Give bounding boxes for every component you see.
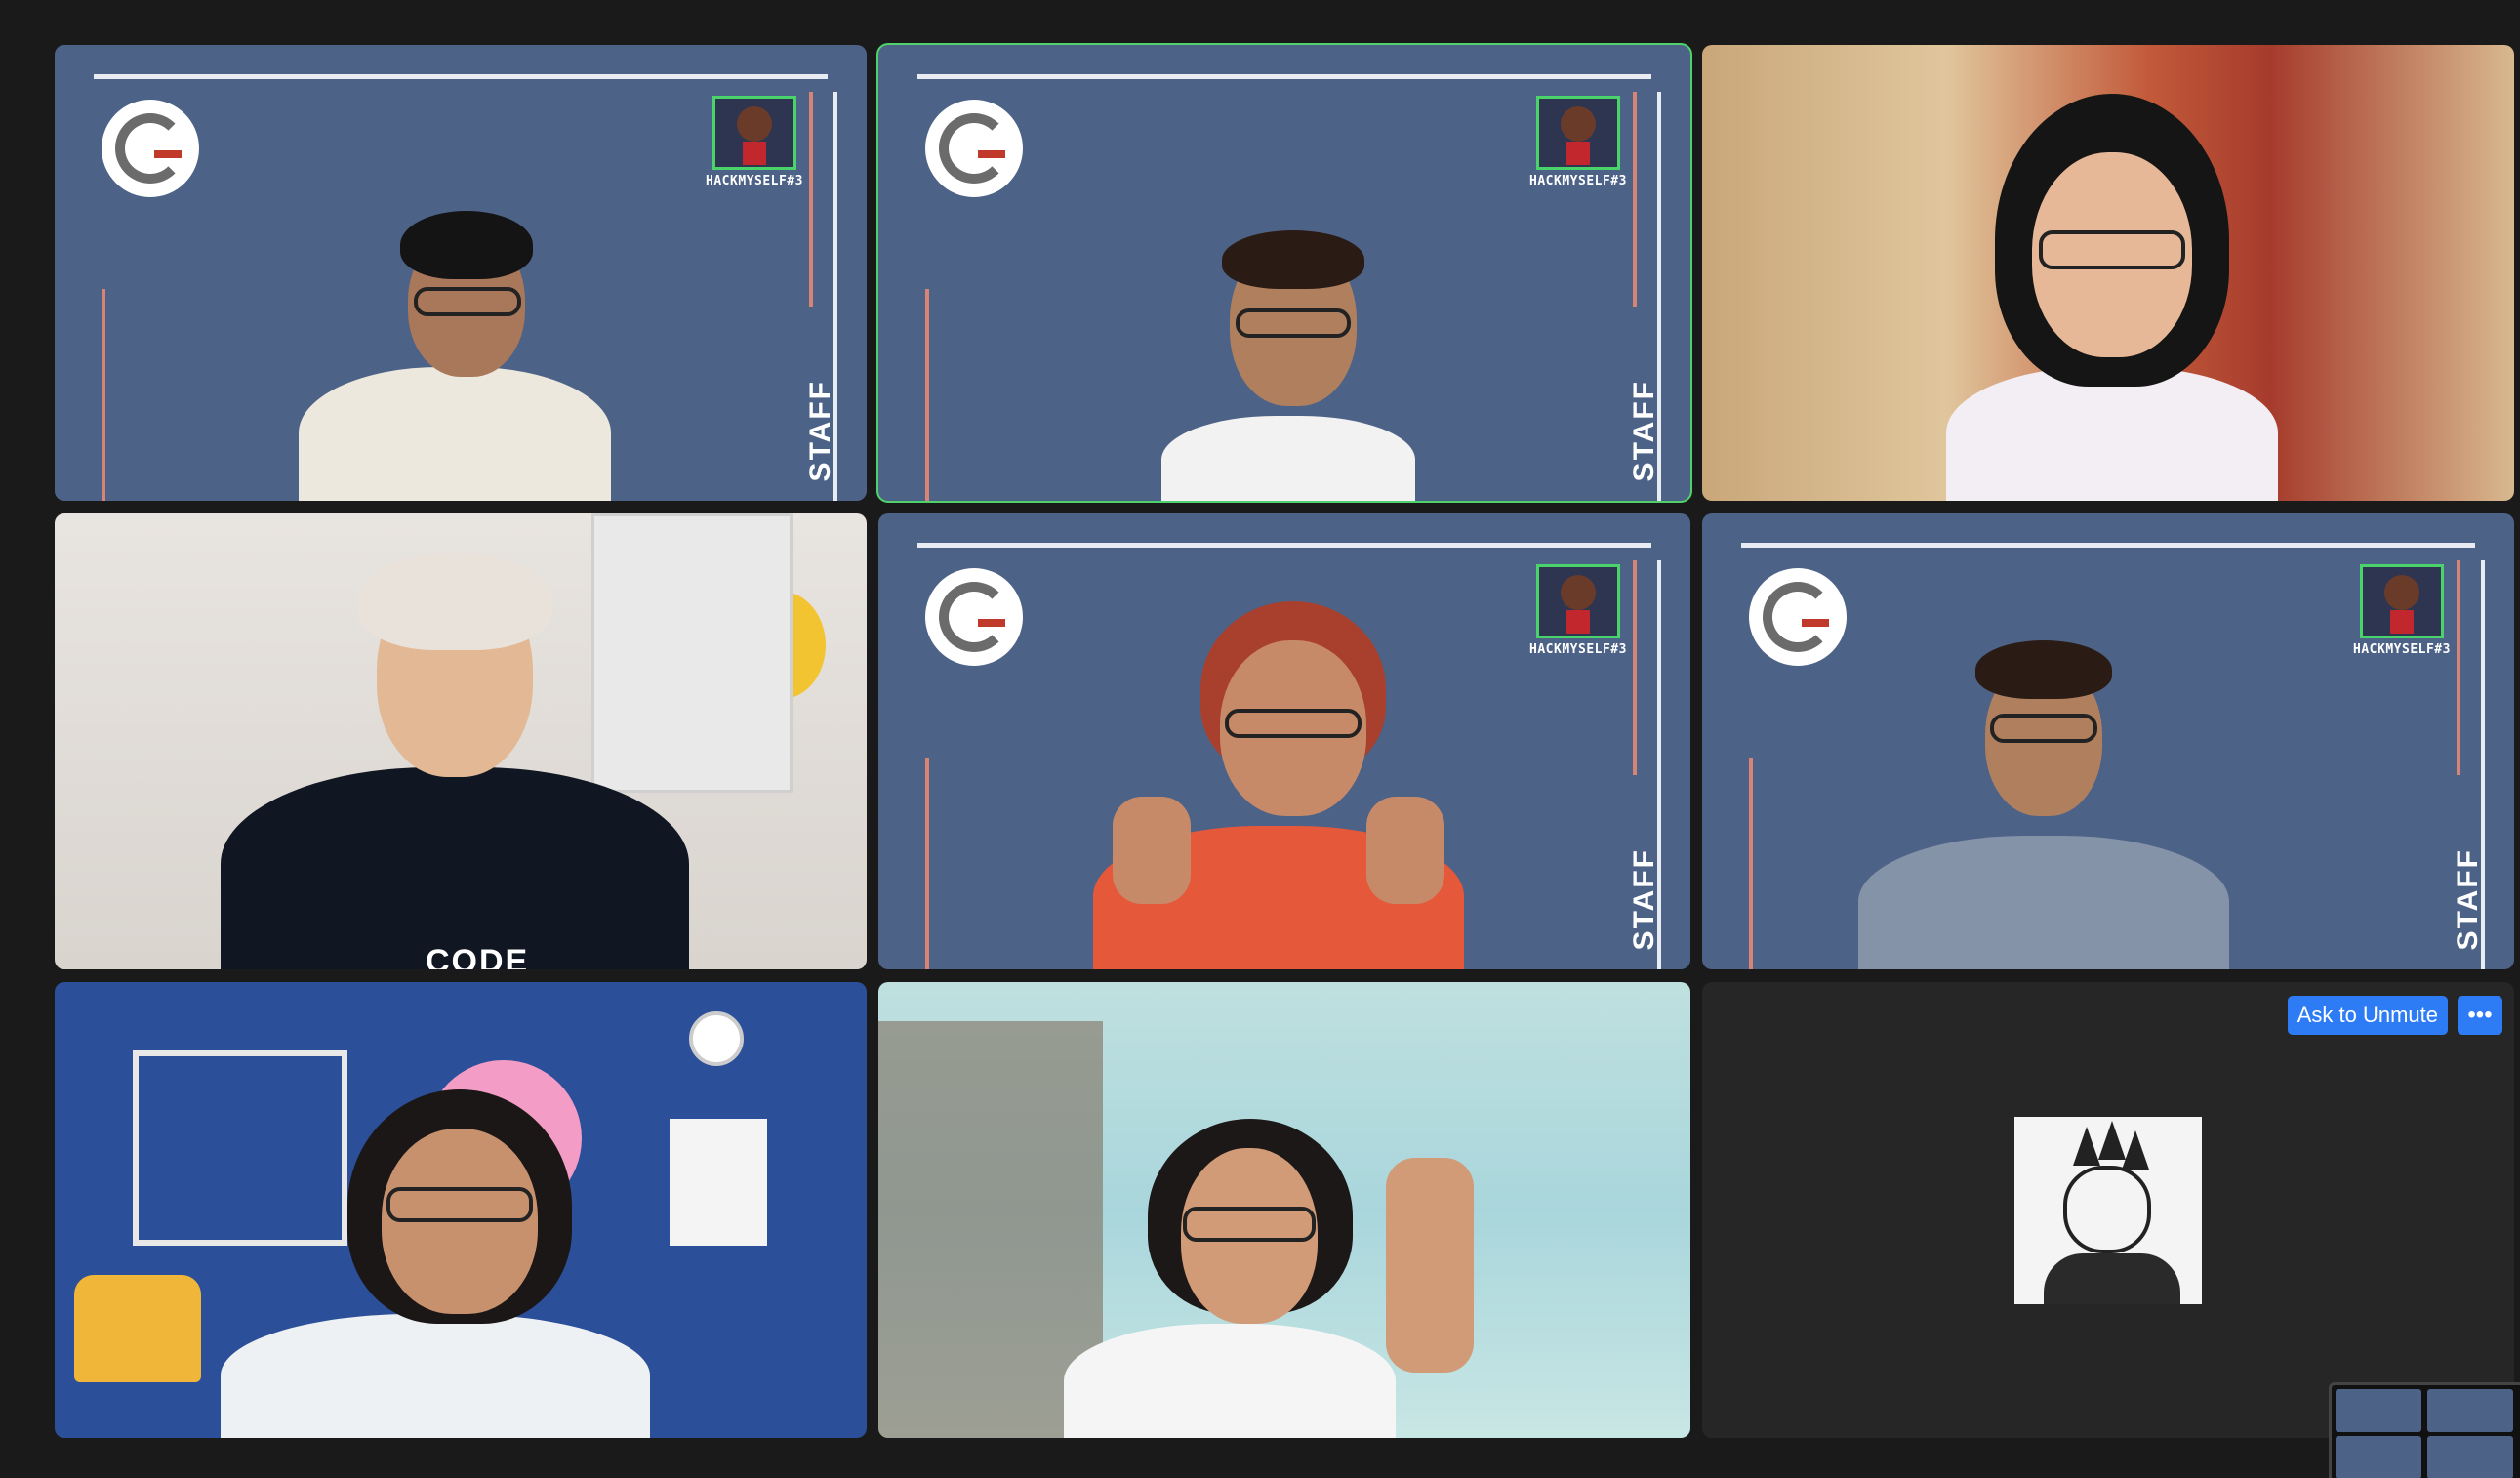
participant-video bbox=[1917, 84, 2307, 501]
participant-tile-1[interactable]: HACKMYSELF#3 STAFF bbox=[55, 45, 867, 501]
hackmyself-logo: HACKMYSELF#3 bbox=[2348, 564, 2456, 672]
profile-picture bbox=[2014, 1117, 2202, 1304]
participant-tile-3[interactable] bbox=[1702, 45, 2514, 501]
participant-video bbox=[1142, 201, 1435, 501]
avatar-face bbox=[2063, 1166, 2151, 1253]
g-logo-icon bbox=[925, 568, 1023, 666]
participant-tile-5[interactable]: HACKMYSELF#3 STAFF bbox=[878, 513, 1690, 969]
yellow-chair bbox=[74, 1275, 201, 1382]
thumb-right bbox=[1366, 797, 1444, 904]
gallery-mini-thumbnail[interactable] bbox=[2329, 1382, 2520, 1478]
hackmyself-logo: HACKMYSELF#3 bbox=[1524, 564, 1632, 672]
wall-clock bbox=[689, 1011, 744, 1066]
participant-tile-9-video-off[interactable]: Ask to Unmute ••• bbox=[1702, 982, 2514, 1438]
g-logo-icon bbox=[102, 100, 199, 197]
participant-tile-6[interactable]: HACKMYSELF#3 STAFF bbox=[1702, 513, 2514, 969]
meeting-gallery: HACKMYSELF#3 STAFF HACKMYSELF#3 STAFF CO… bbox=[0, 0, 2520, 1478]
shirt-text: CODE bbox=[426, 943, 530, 969]
participant-video bbox=[1054, 1119, 1503, 1438]
staff-label: STAFF bbox=[1628, 379, 1660, 481]
participant-tile-2-active-speaker[interactable]: HACKMYSELF#3 STAFF bbox=[876, 43, 1692, 503]
participant-tile-4[interactable]: CODE bbox=[55, 513, 867, 969]
hackmyself-logo: HACKMYSELF#3 bbox=[701, 96, 808, 203]
hackmyself-logo: HACKMYSELF#3 bbox=[1524, 96, 1632, 203]
participant-video bbox=[1839, 640, 2249, 969]
participant-video bbox=[201, 1060, 670, 1438]
participant-video: CODE bbox=[201, 533, 709, 969]
g-logo-icon bbox=[925, 100, 1023, 197]
staff-label: STAFF bbox=[1628, 847, 1660, 950]
participant-tile-7[interactable] bbox=[55, 982, 867, 1438]
peace-hand bbox=[1386, 1158, 1474, 1373]
staff-label: STAFF bbox=[2452, 847, 2484, 950]
g-logo-icon bbox=[1749, 568, 1847, 666]
staff-label: STAFF bbox=[804, 379, 836, 481]
wall-poster bbox=[670, 1119, 767, 1246]
participant-video bbox=[1074, 601, 1484, 969]
thumb-left bbox=[1113, 797, 1191, 904]
more-options-button[interactable]: ••• bbox=[2458, 996, 2502, 1035]
participant-video bbox=[299, 201, 611, 501]
participant-tile-8[interactable] bbox=[878, 982, 1690, 1438]
ask-to-unmute-button[interactable]: Ask to Unmute bbox=[2287, 996, 2448, 1035]
avatar-body bbox=[2044, 1253, 2180, 1304]
